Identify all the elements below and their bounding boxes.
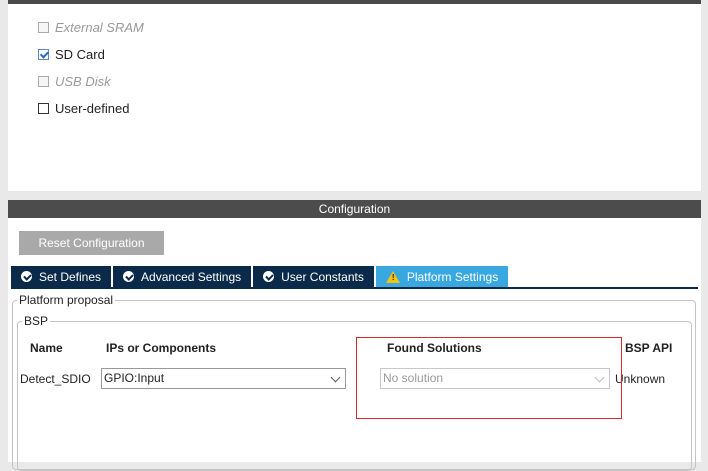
external-sram-label: External SRAM (55, 19, 144, 35)
checkbox-user-defined[interactable]: User-defined (38, 100, 129, 116)
tab-label: User Constants (281, 269, 364, 284)
chevron-down-icon (330, 372, 341, 383)
middleware-options-panel: External SRAM SD Card USB Disk User-defi… (8, 0, 701, 191)
check-circle-icon (123, 271, 135, 282)
reset-configuration-button[interactable]: Reset Configuration (19, 231, 164, 255)
check-circle-icon (21, 271, 32, 282)
ip-component-select[interactable]: GPIO:Input (101, 368, 346, 389)
bsp-legend: BSP (22, 314, 51, 328)
column-header-name: Name (30, 341, 63, 355)
external-sram-checkbox (38, 21, 49, 33)
tab-label: Platform Settings (406, 269, 499, 284)
tab-user-constants[interactable]: User Constants (253, 266, 374, 287)
tab-label: Advanced Settings (141, 269, 242, 284)
configuration-title: Configuration (8, 200, 701, 218)
tab-strip-divider (11, 287, 698, 289)
bsp-api-value: Unknown (615, 372, 666, 386)
configuration-panel: Configuration Reset Configuration Set De… (8, 200, 701, 471)
ip-component-value: GPIO:Input (104, 371, 165, 385)
tab-advanced-settings[interactable]: Advanced Settings (113, 266, 252, 287)
column-header-ips: IPs or Components (106, 341, 217, 355)
usb-disk-label: USB Disk (55, 73, 111, 89)
user-defined-label: User-defined (55, 100, 130, 116)
checkbox-external-sram: External SRAM (38, 19, 144, 35)
row-name: Detect_SDIO (20, 372, 91, 386)
checkbox-usb-disk: USB Disk (38, 73, 111, 89)
user-defined-checkbox[interactable] (38, 102, 49, 114)
sd-card-checkbox[interactable] (38, 48, 49, 60)
tab-platform-settings[interactable]: ! Platform Settings (375, 266, 509, 287)
checkbox-sd-card[interactable]: SD Card (38, 46, 105, 62)
column-header-bsp-api: BSP API (625, 341, 673, 355)
check-circle-icon (263, 271, 275, 282)
tab-set-defines[interactable]: Set Defines (11, 266, 112, 287)
warning-icon: ! (385, 270, 400, 283)
configuration-tabs: Set Defines Advanced Settings User Const… (11, 266, 510, 287)
highlight-box (356, 337, 622, 419)
platform-proposal-legend: Platform proposal (17, 293, 116, 307)
usb-disk-checkbox (38, 75, 49, 87)
tab-label: Set Defines (39, 269, 102, 284)
sd-card-label: SD Card (55, 46, 105, 62)
